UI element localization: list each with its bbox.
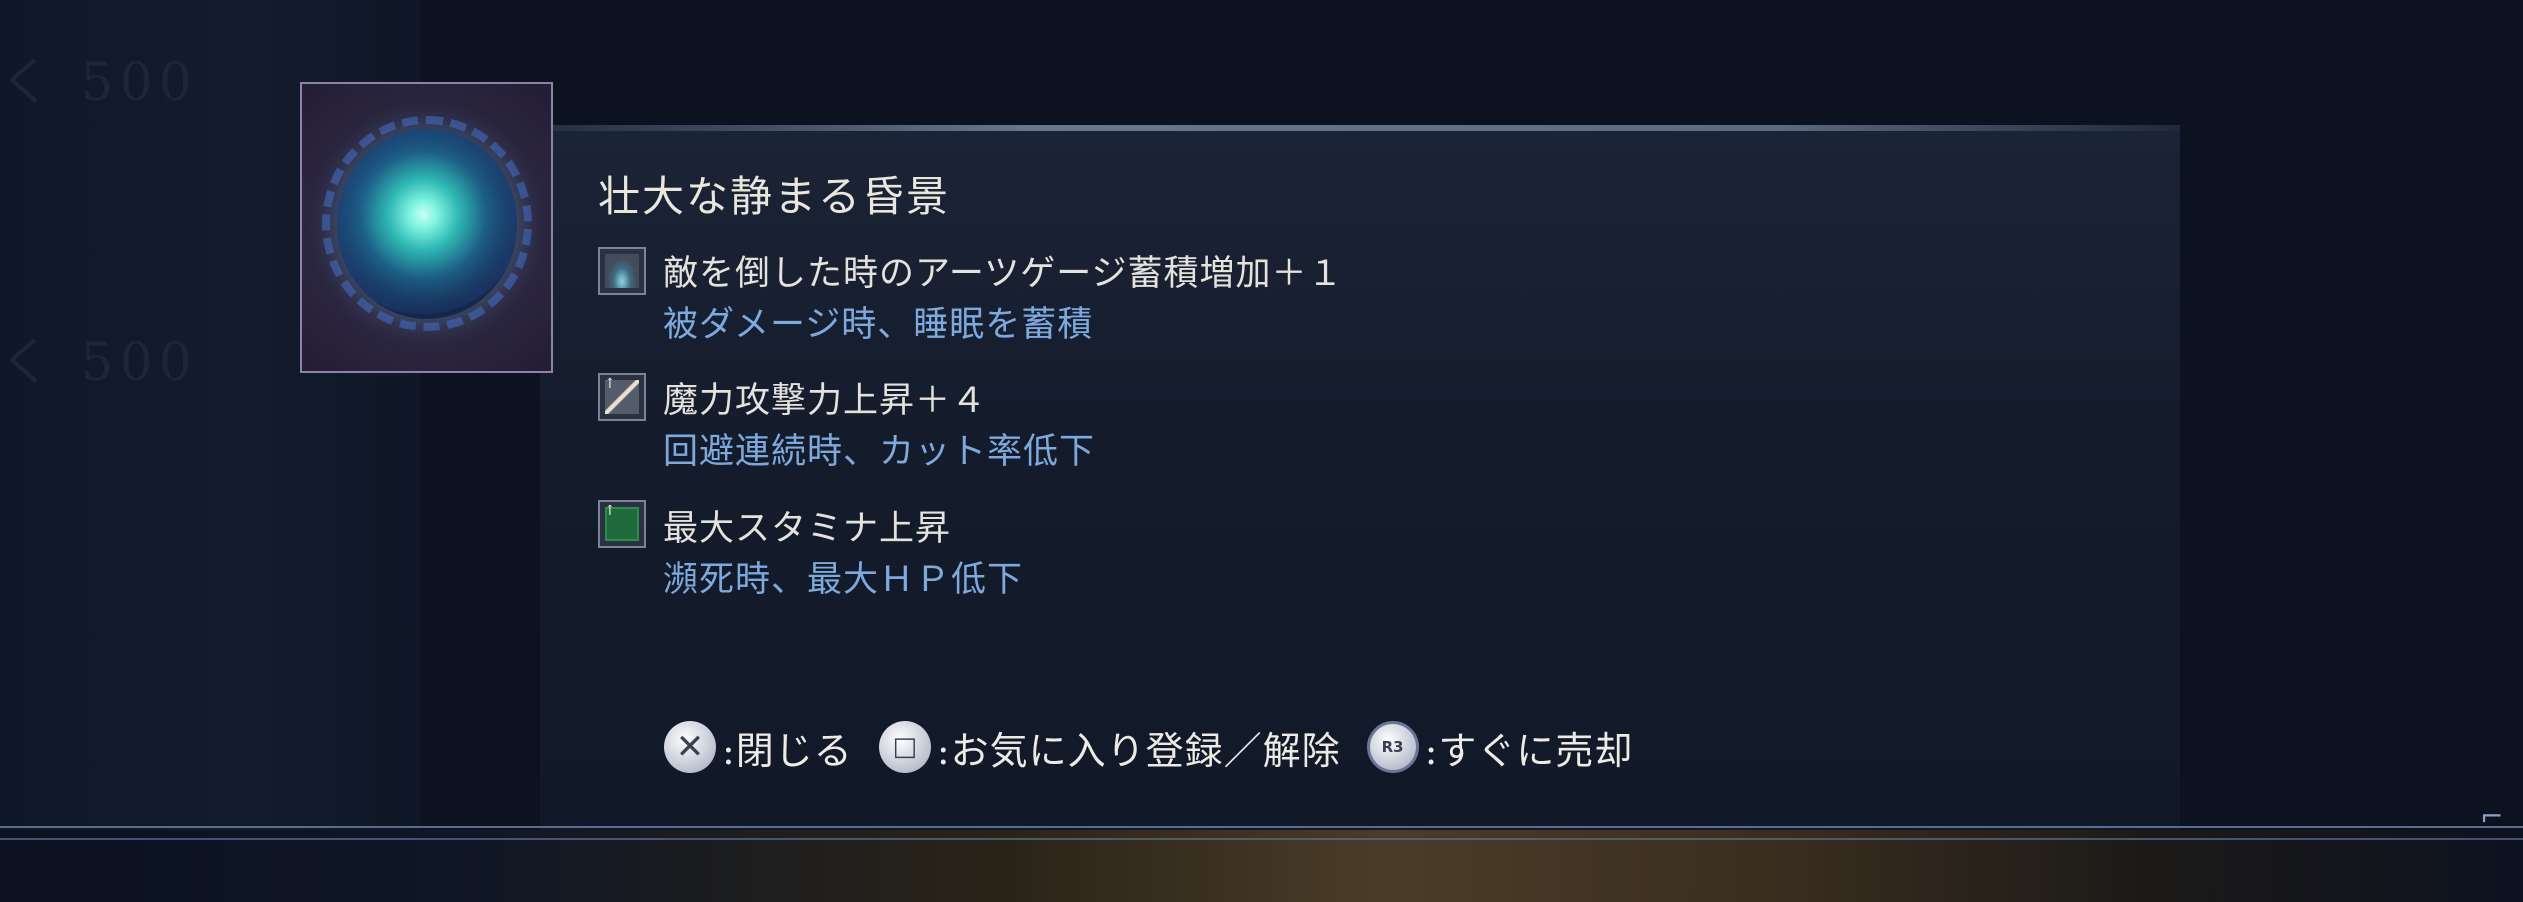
sword-up-icon: ↑ (598, 373, 646, 421)
favorite-hint-label[interactable]: :お気に入り登録／解除 (937, 720, 1341, 775)
corner-ornament-icon: ⌐ (2480, 800, 2504, 833)
background-ghost-text-2: く 500 (0, 333, 198, 393)
effect-1-main: 敵を倒した時のアーツゲージ蓄積増加＋１ (663, 254, 1344, 294)
effect-2-sub: 回避連続時、カット率低下 (663, 432, 1096, 472)
effect-2-main: 魔力攻撃力上昇＋４ (663, 381, 988, 421)
background-ghost-text: く 500 (0, 53, 198, 113)
ripple-icon (598, 247, 646, 295)
cross-button-icon[interactable]: ✕ (664, 721, 716, 773)
effect-1-sub: 被ダメージ時、睡眠を蓄積 (663, 305, 1094, 345)
item-title: 壮大な静まる昏景 (598, 172, 951, 221)
r3-button-icon[interactable]: R3 (1366, 721, 1419, 773)
effect-3-sub: 瀕死時、最大ＨＰ低下 (663, 560, 1024, 600)
button-hints-bar: ✕ :閉じる □ :お気に入り登録／解除 R3 :すぐに売却 (664, 717, 1659, 777)
effect-3-main: 最大スタミナ上昇 (663, 509, 952, 549)
relic-thumbnail (300, 82, 553, 373)
orb-ring-decoration (322, 116, 532, 331)
close-hint-label[interactable]: :閉じる (722, 720, 853, 775)
panel-bottom-divider-secondary (0, 838, 2523, 840)
panel-bottom-divider (0, 826, 2523, 828)
square-button-icon[interactable]: □ (878, 721, 931, 773)
stamina-up-icon: ↑ (598, 500, 646, 548)
background-scene-strip (0, 830, 2523, 902)
sell-hint-label[interactable]: :すぐに売却 (1425, 720, 1634, 775)
